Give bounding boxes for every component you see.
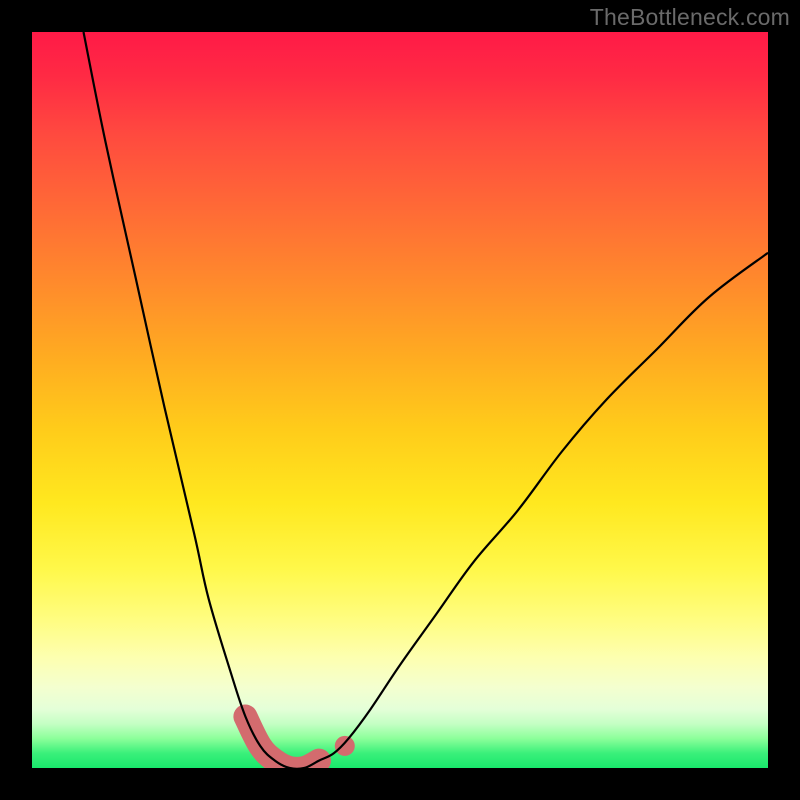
chart-plot-area	[32, 32, 768, 768]
chart-frame: TheBottleneck.com	[0, 0, 800, 800]
curve-highlight-dot	[335, 736, 355, 756]
watermark-text: TheBottleneck.com	[590, 4, 790, 31]
curve-highlight-segment	[245, 717, 319, 769]
bottleneck-curve-line	[84, 32, 769, 768]
chart-svg	[32, 32, 768, 768]
